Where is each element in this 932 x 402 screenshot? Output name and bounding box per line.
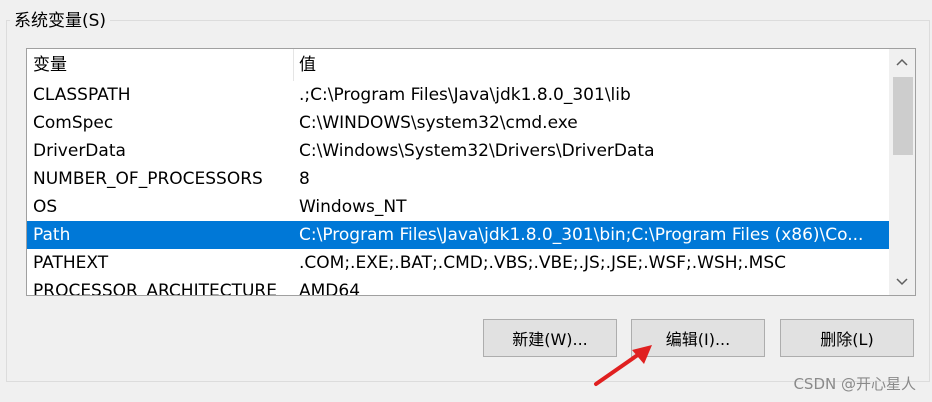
- list-header: 变量 值: [27, 49, 889, 81]
- watermark: CSDN @开心星人: [793, 375, 916, 393]
- list-rows: CLASSPATH .;C:\Program Files\Java\jdk1.8.…: [27, 81, 889, 296]
- header-variable[interactable]: 变量: [33, 49, 67, 81]
- column-separator[interactable]: [293, 49, 294, 81]
- variable-value: C:\WINDOWS\system32\cmd.exe: [299, 113, 578, 133]
- table-row[interactable]: CLASSPATH .;C:\Program Files\Java\jdk1.8.…: [27, 81, 889, 109]
- group-title: 系统变量(S): [10, 10, 111, 32]
- scrollbar-thumb[interactable]: [893, 77, 913, 155]
- variable-value: 8: [299, 169, 310, 189]
- table-row[interactable]: Path C:\Program Files\Java\jdk1.8.0_301\b…: [27, 221, 889, 249]
- variable-value: Windows_NT: [299, 197, 407, 217]
- delete-button[interactable]: 删除(L): [780, 319, 914, 357]
- table-row[interactable]: OS Windows_NT: [27, 193, 889, 221]
- table-row[interactable]: PATHEXT .COM;.EXE;.BAT;.CMD;.VBS;.VBE;.JS…: [27, 249, 889, 277]
- variable-name: NUMBER_OF_PROCESSORS: [33, 169, 263, 189]
- table-row[interactable]: ComSpec C:\WINDOWS\system32\cmd.exe: [27, 109, 889, 137]
- variable-value: .;C:\Program Files\Java\jdk1.8.0_301\lib: [299, 85, 631, 105]
- system-variables-list[interactable]: 变量 值 CLASSPATH .;C:\Program Files\Java\jd…: [26, 48, 916, 296]
- table-row[interactable]: NUMBER_OF_PROCESSORS 8: [27, 165, 889, 193]
- variable-name: OS: [33, 197, 58, 217]
- variable-name: PROCESSOR_ARCHITECTURE: [33, 281, 277, 296]
- header-value[interactable]: 值: [299, 49, 316, 81]
- variable-value: C:\Program Files\Java\jdk1.8.0_301\bin;C…: [299, 225, 864, 245]
- variable-value: C:\Windows\System32\Drivers\DriverData: [299, 141, 655, 161]
- table-row[interactable]: DriverData C:\Windows\System32\Drivers\Dr…: [27, 137, 889, 165]
- variable-name: CLASSPATH: [33, 85, 131, 105]
- variable-name: DriverData: [33, 141, 126, 161]
- chevron-up-icon[interactable]: [889, 49, 915, 75]
- variable-value: AMD64: [299, 281, 361, 296]
- vertical-scrollbar[interactable]: [889, 49, 915, 295]
- variable-value: .COM;.EXE;.BAT;.CMD;.VBS;.VBE;.JS;.JSE;.…: [299, 253, 787, 273]
- chevron-down-icon[interactable]: [889, 269, 915, 295]
- variable-name: PATHEXT: [33, 253, 109, 273]
- variable-name: ComSpec: [33, 113, 114, 133]
- variable-name: Path: [33, 225, 71, 245]
- red-arrow-icon: [594, 345, 652, 386]
- table-row[interactable]: PROCESSOR_ARCHITECTURE AMD64: [27, 277, 889, 296]
